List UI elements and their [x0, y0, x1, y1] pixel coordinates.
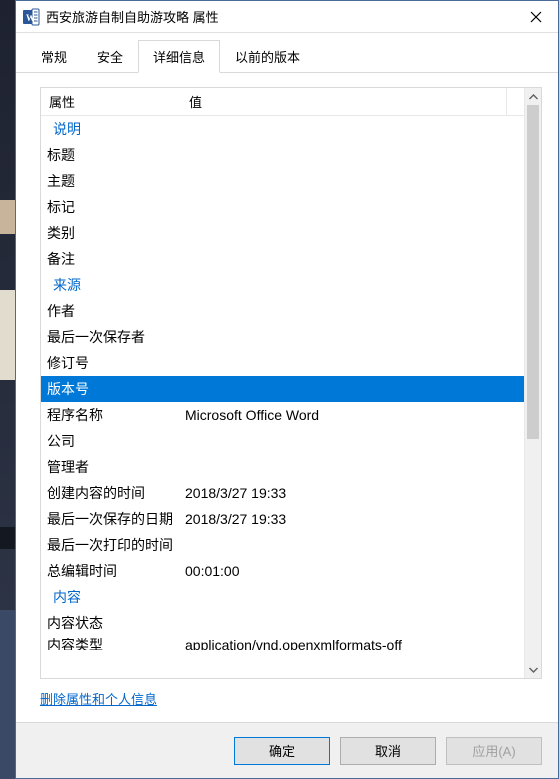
prop-label: 程序名称: [45, 404, 185, 426]
prop-value: [185, 352, 524, 374]
table-row-selected[interactable]: 版本号: [41, 376, 524, 402]
table-row[interactable]: 类别: [41, 220, 524, 246]
dialog-button-bar: 确定 取消 应用(A): [16, 722, 558, 778]
prop-value: [185, 196, 524, 218]
group-label: 内容: [45, 586, 185, 608]
scrollbar-vertical[interactable]: [524, 88, 541, 678]
close-icon: [530, 11, 542, 23]
prop-label: 公司: [45, 430, 185, 452]
table-row[interactable]: 作者: [41, 298, 524, 324]
scroll-up-button[interactable]: [525, 88, 541, 105]
tab-general[interactable]: 常规: [26, 40, 82, 73]
prop-value: application/vnd.openxmlformats-off: [185, 638, 524, 650]
column-property[interactable]: 属性: [41, 88, 181, 115]
prop-label: 内容状态: [45, 612, 185, 634]
details-panel: 属性 值 说明 标题 主题 标记 类别 备注 来源 作者 最后一次保存者 修订号…: [16, 73, 558, 722]
column-spacer: [506, 88, 524, 115]
column-value[interactable]: 值: [181, 88, 506, 115]
remove-properties-link[interactable]: 删除属性和个人信息: [40, 692, 157, 707]
table-row[interactable]: 最后一次保存的日期2018/3/27 19:33: [41, 506, 524, 532]
prop-label: 最后一次打印的时间: [45, 534, 185, 556]
prop-value: [185, 378, 524, 400]
tab-previous-versions[interactable]: 以前的版本: [220, 40, 315, 73]
table-row[interactable]: 创建内容的时间2018/3/27 19:33: [41, 480, 524, 506]
prop-value: 00:01:00: [185, 560, 524, 582]
prop-value: [185, 248, 524, 270]
prop-label: 总编辑时间: [45, 560, 185, 582]
tab-strip: 常规 安全 详细信息 以前的版本: [16, 33, 558, 73]
table-row[interactable]: 程序名称Microsoft Office Word: [41, 402, 524, 428]
group-description: 说明: [41, 116, 524, 142]
prop-value: [185, 430, 524, 452]
prop-label: 内容类型: [45, 638, 185, 650]
ok-button[interactable]: 确定: [234, 737, 330, 765]
table-row[interactable]: 主题: [41, 168, 524, 194]
tab-security[interactable]: 安全: [82, 40, 138, 73]
table-row[interactable]: 总编辑时间00:01:00: [41, 558, 524, 584]
table-row[interactable]: 修订号: [41, 350, 524, 376]
table-row[interactable]: 公司: [41, 428, 524, 454]
table-row[interactable]: 管理者: [41, 454, 524, 480]
group-label: 说明: [45, 118, 185, 140]
prop-label: 创建内容的时间: [45, 482, 185, 504]
table-header: 属性 值: [41, 88, 524, 116]
group-origin: 来源: [41, 272, 524, 298]
scroll-down-button[interactable]: [525, 661, 541, 678]
table-row[interactable]: 标题: [41, 142, 524, 168]
link-row: 删除属性和个人信息: [40, 679, 542, 712]
scroll-thumb[interactable]: [527, 105, 539, 439]
prop-value: [185, 300, 524, 322]
prop-value: [185, 222, 524, 244]
tab-details[interactable]: 详细信息: [138, 40, 220, 73]
prop-value: [185, 612, 524, 634]
table-row[interactable]: 内容状态: [41, 610, 524, 636]
table-row[interactable]: 备注: [41, 246, 524, 272]
window-title: 西安旅游自制自助游攻略 属性: [46, 7, 513, 26]
prop-label: 版本号: [45, 378, 185, 400]
title-bar: W 西安旅游自制自助游攻略 属性: [16, 1, 558, 33]
table-row[interactable]: 标记: [41, 194, 524, 220]
prop-label: 最后一次保存者: [45, 326, 185, 348]
prop-label: 最后一次保存的日期: [45, 508, 185, 530]
prop-label: 管理者: [45, 456, 185, 478]
properties-dialog: W 西安旅游自制自助游攻略 属性 常规 安全 详细信息 以前的版本 属性: [15, 0, 559, 779]
group-label: 来源: [45, 274, 185, 296]
prop-value: [185, 534, 524, 556]
table-row[interactable]: 最后一次打印的时间: [41, 532, 524, 558]
prop-value: Microsoft Office Word: [185, 404, 524, 426]
prop-label: 修订号: [45, 352, 185, 374]
prop-value: [185, 170, 524, 192]
prop-value: 2018/3/27 19:33: [185, 482, 524, 504]
word-app-icon: W: [22, 8, 40, 26]
prop-label: 标题: [45, 144, 185, 166]
prop-value: [185, 456, 524, 478]
apply-button: 应用(A): [446, 737, 542, 765]
chevron-up-icon: [529, 94, 538, 100]
group-content: 内容: [41, 584, 524, 610]
table-row[interactable]: 内容类型application/vnd.openxmlformats-off: [41, 636, 524, 650]
cancel-button[interactable]: 取消: [340, 737, 436, 765]
prop-label: 标记: [45, 196, 185, 218]
details-list: 属性 值 说明 标题 主题 标记 类别 备注 来源 作者 最后一次保存者 修订号…: [40, 87, 542, 679]
svg-text:W: W: [26, 13, 35, 23]
close-button[interactable]: [513, 1, 558, 32]
table-row[interactable]: 最后一次保存者: [41, 324, 524, 350]
prop-label: 类别: [45, 222, 185, 244]
prop-value: 2018/3/27 19:33: [185, 508, 524, 530]
prop-label: 备注: [45, 248, 185, 270]
chevron-down-icon: [529, 667, 538, 673]
background-sliver: [0, 0, 15, 779]
prop-label: 作者: [45, 300, 185, 322]
scroll-track[interactable]: [525, 105, 541, 661]
prop-label: 主题: [45, 170, 185, 192]
table-rows: 说明 标题 主题 标记 类别 备注 来源 作者 最后一次保存者 修订号 版本号 …: [41, 116, 524, 650]
prop-value: [185, 144, 524, 166]
prop-value: [185, 326, 524, 348]
